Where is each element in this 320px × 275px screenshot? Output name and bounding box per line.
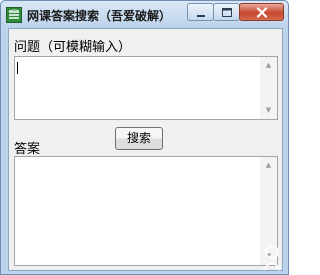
scroll-up-icon[interactable]: ▲	[260, 157, 277, 174]
text-caret	[17, 62, 18, 74]
search-button[interactable]: 搜索	[115, 127, 163, 150]
book-stack-icon	[6, 7, 22, 23]
title-bar[interactable]: 网课答案搜索（吾爱破解）	[1, 1, 288, 28]
scroll-up-icon[interactable]: ▲	[260, 57, 277, 74]
minimize-button[interactable]	[187, 3, 214, 21]
watermark-logo	[263, 245, 281, 271]
question-label: 问题（可模糊输入）	[14, 40, 132, 55]
answer-label: 答案	[14, 142, 41, 157]
close-button[interactable]	[239, 3, 284, 21]
answer-output[interactable]: ▲ ▼	[14, 156, 278, 266]
window-title: 网课答案搜索（吾爱破解）	[27, 9, 172, 23]
close-icon	[256, 7, 268, 18]
maximize-button[interactable]	[213, 3, 240, 21]
client-area: 问题（可模糊输入） ▲ ▼ 搜索 答案 ▲ ▼	[8, 28, 283, 271]
scroll-down-icon[interactable]: ▼	[260, 102, 277, 119]
question-input[interactable]: ▲ ▼	[14, 56, 278, 120]
minimize-icon	[197, 15, 205, 17]
question-scrollbar[interactable]: ▲ ▼	[260, 57, 277, 119]
app-window: 网课答案搜索（吾爱破解） 问题（可模糊输入） ▲ ▼ 搜索 答案 ▲ ▼	[0, 0, 289, 275]
maximize-icon	[222, 8, 232, 17]
